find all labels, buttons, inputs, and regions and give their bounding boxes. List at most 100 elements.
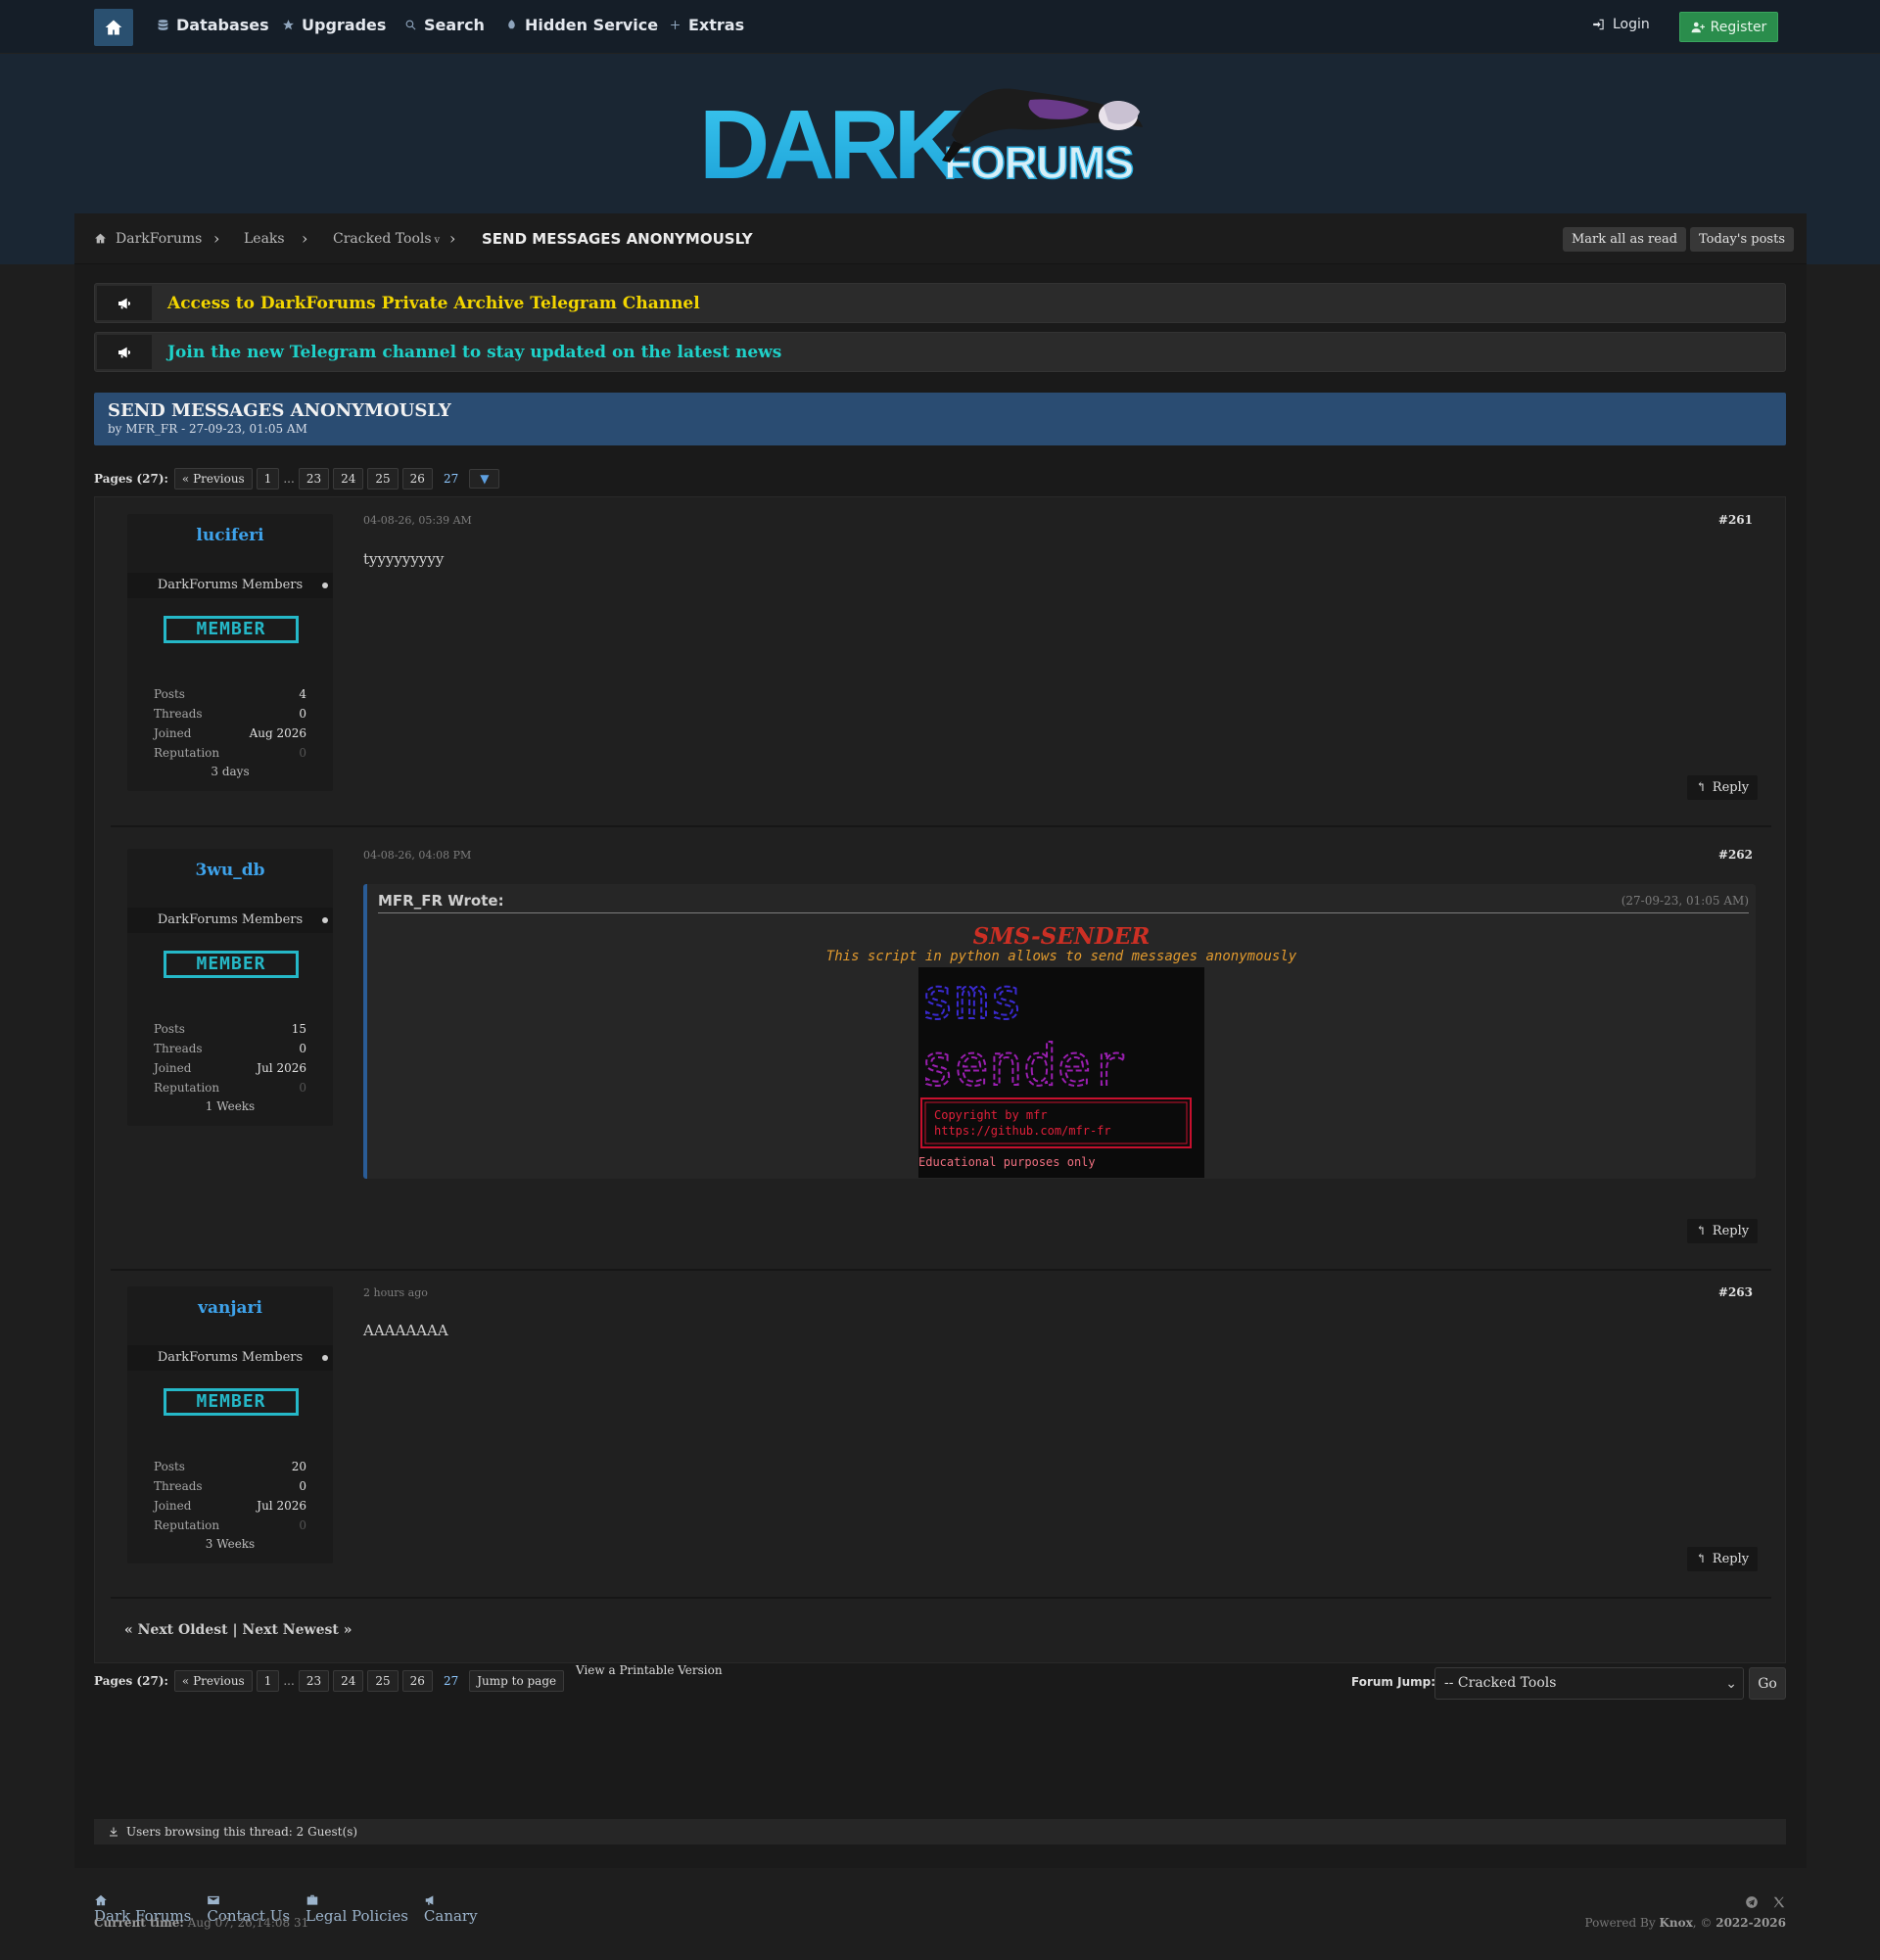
announcement-text[interactable]: Access to DarkForums Private Archive Tel… bbox=[167, 294, 700, 313]
stat-value[interactable]: 0 bbox=[299, 746, 306, 760]
breadcrumb-cracked-tools[interactable]: Cracked Tools v bbox=[333, 231, 440, 247]
quote-title: SMS-SENDER bbox=[972, 923, 1151, 950]
page-link[interactable]: 26 bbox=[401, 1670, 433, 1692]
page-link[interactable]: 26 bbox=[401, 468, 433, 490]
todays-posts-button[interactable]: Today's posts bbox=[1690, 227, 1794, 252]
post-username[interactable]: 3wu_db bbox=[127, 861, 333, 880]
stat-key: Posts bbox=[154, 1022, 185, 1036]
stat-value: Jul 2026 bbox=[257, 1499, 306, 1513]
caret-down-icon: ▼ bbox=[480, 472, 490, 486]
ascii-banner-image: sms sender Copyright by mfr https://gith… bbox=[918, 964, 1192, 1169]
page-previous[interactable]: « Previous bbox=[173, 468, 253, 490]
stat-key: Posts bbox=[154, 687, 185, 701]
user-stat-posts: Posts 20 bbox=[154, 1460, 306, 1473]
announcement-banner[interactable]: Join the new Telegram channel to stay up… bbox=[94, 332, 1786, 372]
reply-button[interactable]: ↰ Reply bbox=[1687, 1219, 1758, 1243]
quote-date[interactable]: (27-09-23, 01:05 AM) bbox=[1622, 894, 1749, 908]
page-link[interactable]: 23 bbox=[298, 1670, 330, 1692]
jump-to-page-button[interactable]: Jump to page bbox=[469, 1670, 565, 1692]
breadcrumb-leaks[interactable]: Leaks bbox=[244, 231, 285, 247]
user-stat-threads: Threads 0 bbox=[154, 1042, 306, 1055]
time-online: 3 days bbox=[211, 765, 250, 778]
status-dot-icon bbox=[322, 583, 328, 588]
register-button[interactable]: Register bbox=[1679, 12, 1778, 42]
breadcrumb-darkforums[interactable]: DarkForums bbox=[116, 231, 202, 247]
page-link[interactable]: 25 bbox=[367, 468, 399, 490]
megaphone-icon bbox=[97, 286, 152, 320]
thread-nav-links: « Next Oldest | Next Newest » bbox=[94, 1593, 1786, 1663]
user-stat-threads: Threads 0 bbox=[154, 707, 306, 721]
page-previous[interactable]: « Previous bbox=[173, 1670, 253, 1692]
post-number[interactable]: #262 bbox=[1718, 848, 1753, 862]
post-username[interactable]: vanjari bbox=[127, 1298, 333, 1318]
forum-jump-select[interactable]: -- Cracked Tools ⌄ bbox=[1434, 1667, 1744, 1700]
stat-value[interactable]: 0 bbox=[299, 1042, 306, 1055]
post-author-box: 3wu_db DarkForums Members MEMBER Posts 15… bbox=[127, 849, 333, 1126]
post-username[interactable]: luciferi bbox=[127, 526, 333, 545]
post-number[interactable]: #263 bbox=[1718, 1285, 1753, 1299]
telegram-icon[interactable] bbox=[1745, 1894, 1759, 1909]
page-link[interactable]: 24 bbox=[333, 468, 364, 490]
reply-icon: ↰ bbox=[1695, 1224, 1707, 1238]
reply-button[interactable]: ↰ Reply bbox=[1687, 775, 1758, 800]
footer-link-legal[interactable]: Legal Policies bbox=[306, 1893, 408, 1925]
page-dropdown-button[interactable]: ▼ bbox=[469, 469, 500, 489]
users-browsing-text: Users browsing this thread: 2 Guest(s) bbox=[126, 1825, 358, 1839]
footer-link-canary[interactable]: Canary bbox=[424, 1893, 478, 1925]
stat-value[interactable]: 0 bbox=[299, 1518, 306, 1532]
stat-value: Aug 2026 bbox=[249, 726, 306, 740]
page-current: 27 bbox=[443, 472, 459, 486]
x-twitter-icon[interactable] bbox=[1772, 1894, 1786, 1909]
login-link[interactable]: Login bbox=[1592, 17, 1650, 32]
page-link[interactable]: 23 bbox=[298, 468, 330, 490]
page-link[interactable]: 1 bbox=[256, 468, 280, 490]
database-icon bbox=[157, 19, 169, 31]
user-group-label: DarkForums Members bbox=[157, 912, 304, 927]
reply-label: Reply bbox=[1712, 1552, 1750, 1566]
current-time: Current time: Aug 07, 26,14:08 31 bbox=[94, 1916, 308, 1930]
site-logo[interactable]: DARK FORUMS bbox=[697, 76, 1185, 200]
post-number[interactable]: #261 bbox=[1718, 513, 1753, 527]
printable-version-link[interactable]: View a Printable Version bbox=[576, 1663, 723, 1677]
home-icon bbox=[94, 232, 107, 245]
stat-key: Posts bbox=[154, 1460, 185, 1473]
nav-upgrades[interactable]: Upgrades bbox=[282, 16, 386, 34]
page-link[interactable]: 1 bbox=[256, 1670, 280, 1692]
stat-key: Threads bbox=[154, 707, 203, 721]
powered-name[interactable]: Knox bbox=[1659, 1916, 1692, 1930]
page-link[interactable]: 24 bbox=[333, 1670, 364, 1692]
nav-label: Hidden Service bbox=[525, 16, 659, 34]
page-link[interactable]: 25 bbox=[367, 1670, 399, 1692]
user-stat-reputation: Reputation 0 bbox=[154, 746, 306, 760]
reply-label: Reply bbox=[1712, 780, 1750, 795]
home-button[interactable] bbox=[94, 9, 133, 46]
nav-hidden-service[interactable]: Hidden Service bbox=[505, 16, 658, 34]
nav-label: Search bbox=[424, 16, 485, 34]
breadcrumb-separator: › bbox=[302, 229, 308, 248]
login-icon bbox=[1592, 18, 1606, 31]
stat-value[interactable]: 20 bbox=[292, 1460, 306, 1473]
reply-button[interactable]: ↰ Reply bbox=[1687, 1547, 1758, 1571]
next-oldest-newest-links[interactable]: « Next Oldest | Next Newest » bbox=[124, 1622, 352, 1638]
stat-value[interactable]: 0 bbox=[299, 707, 306, 721]
powered-prefix: Powered By bbox=[1584, 1916, 1656, 1930]
stat-value[interactable]: 4 bbox=[299, 687, 306, 701]
mark-all-read-button[interactable]: Mark all as read bbox=[1563, 227, 1687, 252]
nav-extras[interactable]: Extras bbox=[669, 16, 744, 34]
logo-dark-text: DARK bbox=[699, 90, 964, 186]
breadcrumb-label: Cracked Tools bbox=[333, 231, 432, 247]
stat-key: Joined bbox=[154, 726, 192, 740]
user-group: DarkForums Members bbox=[127, 908, 333, 933]
forum-jump-go-button[interactable]: Go bbox=[1749, 1667, 1786, 1700]
post-body: tyyyyyyyyy bbox=[363, 550, 445, 568]
post-date: 04-08-26, 04:08 PM bbox=[363, 849, 472, 862]
announcement-text[interactable]: Join the new Telegram channel to stay up… bbox=[167, 343, 781, 362]
stat-value[interactable]: 0 bbox=[299, 1479, 306, 1493]
banner-word-sms: sms bbox=[920, 967, 1023, 1032]
announcement-banner[interactable]: Access to DarkForums Private Archive Tel… bbox=[94, 283, 1786, 323]
stat-value[interactable]: 15 bbox=[292, 1022, 306, 1036]
users-browsing-bar: Users browsing this thread: 2 Guest(s) bbox=[94, 1819, 1786, 1844]
stat-value[interactable]: 0 bbox=[299, 1081, 306, 1095]
nav-databases[interactable]: Databases bbox=[157, 16, 269, 34]
nav-search[interactable]: Search bbox=[404, 16, 485, 34]
